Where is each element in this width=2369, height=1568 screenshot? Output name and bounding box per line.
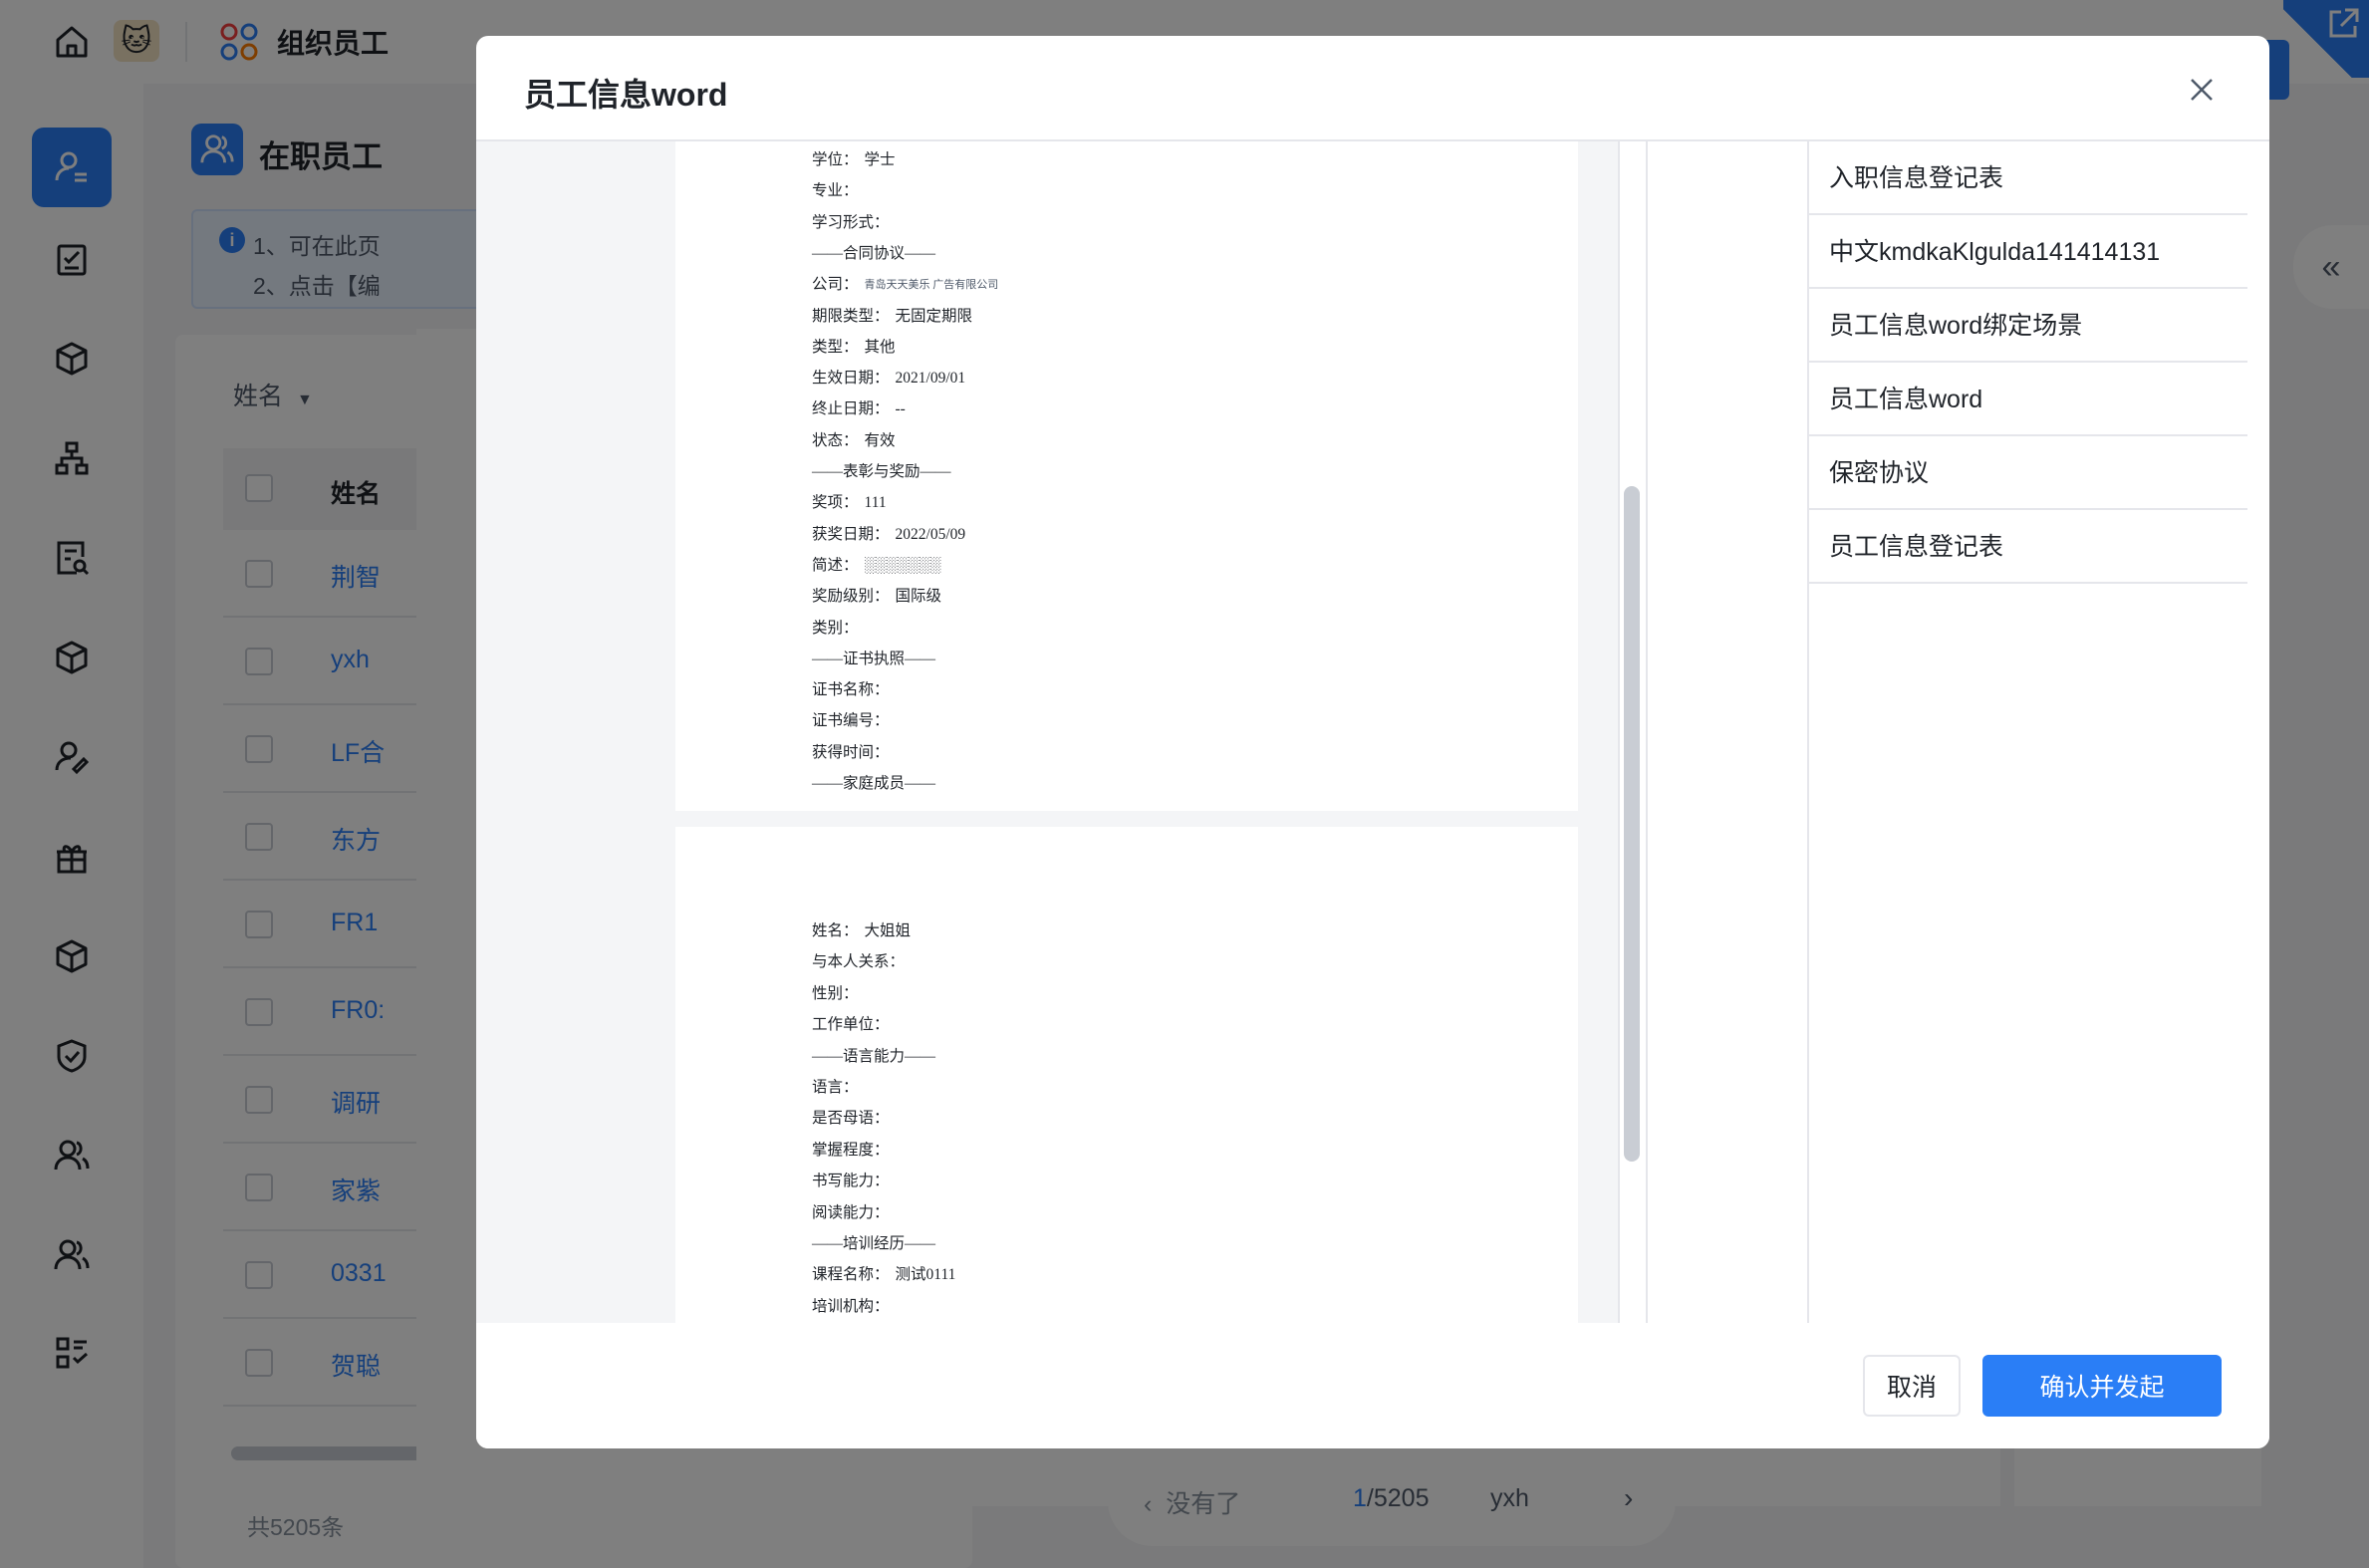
doc-line: ——家庭成员——: [812, 771, 935, 793]
doc-line: ——表彰与奖励——: [812, 459, 951, 481]
dialog-title: 员工信息word: [524, 77, 728, 113]
doc-field-label: 与本人关系：: [812, 953, 906, 971]
doc-line: 工作单位：: [812, 1012, 890, 1034]
doc-line: ——培训经历——: [812, 1231, 935, 1253]
doc-field-value: 2022/05/09: [895, 525, 966, 543]
doc-field-value: 有效: [864, 431, 896, 449]
doc-field-label: 书写能力：: [812, 1173, 890, 1190]
doc-line: 类别：: [812, 616, 859, 638]
doc-line: 性别：: [812, 981, 859, 1003]
doc-field-value: --: [895, 400, 906, 418]
doc-line: 状态： 有效: [812, 428, 896, 450]
doc-field-label: 终止日期：: [812, 400, 890, 418]
doc-line: ——合同协议——: [812, 241, 935, 263]
doc-field-value: 2021/09/01: [895, 370, 966, 388]
doc-line: 公司： 青岛天天美乐 广告有限公司: [812, 272, 998, 294]
document-page: 姓名： 大姐姐与本人关系： 性别： 工作单位： ——语言能力—— 语言： 是否母语： 掌握程度…: [675, 827, 1578, 1323]
template-item[interactable]: 员工信息登记表: [1809, 510, 2247, 584]
doc-field-value: 无固定期限: [895, 307, 973, 325]
doc-field-value: 青岛天天美乐 广告有限公司: [864, 279, 999, 292]
confirm-and-start-button[interactable]: 确认并发起: [1982, 1355, 2222, 1417]
doc-field-label: 状态：: [812, 431, 859, 449]
doc-line: 培训机构：: [812, 1294, 890, 1316]
doc-field-label: 是否母语：: [812, 1110, 890, 1128]
doc-line: ——证书执照——: [812, 647, 935, 668]
doc-field-label: 期限类型：: [812, 307, 890, 325]
doc-line: 生效日期： 2021/09/01: [812, 366, 965, 388]
doc-line: 专业：: [812, 178, 859, 200]
doc-line: 姓名： 大姐姐: [812, 918, 911, 940]
doc-field-label: 工作单位：: [812, 1016, 890, 1034]
doc-field-label: 专业：: [812, 182, 859, 200]
doc-field-label: 课程名称：: [812, 1266, 890, 1284]
doc-field-label: 性别：: [812, 984, 859, 1002]
doc-field-label: 获得时间：: [812, 743, 890, 761]
doc-field-label: ——证书执照——: [812, 650, 936, 667]
doc-field-value: 测试0111: [895, 1266, 956, 1284]
doc-field-value: ░░░░░░░: [864, 556, 941, 574]
doc-line: 与本人关系：: [812, 949, 905, 971]
doc-line: 是否母语：: [812, 1106, 890, 1128]
doc-line: 奖励级别： 国际级: [812, 584, 941, 606]
doc-line: 期限类型： 无固定期限: [812, 304, 972, 326]
doc-field-value: 111: [864, 494, 887, 512]
template-item[interactable]: 入职信息登记表: [1809, 141, 2247, 215]
template-item[interactable]: 保密协议: [1809, 436, 2247, 510]
preview-scrollbar[interactable]: [1624, 486, 1640, 1162]
document-preview[interactable]: 学位： 学士 专业： 学习形式： ——合同协议—— 公司： 青岛天天美乐 广告有限公司期限类…: [476, 141, 1618, 1323]
doc-field-label: 简述：: [812, 556, 859, 574]
employee-word-dialog: 员工信息word 学位： 学士 专业： 学习形式： ——合同协议—— 公司： 青岛天天美乐 …: [476, 36, 2269, 1448]
doc-line: 书写能力：: [812, 1169, 890, 1190]
doc-line: 终止日期： --: [812, 396, 906, 418]
cancel-button[interactable]: 取消: [1863, 1355, 1961, 1417]
doc-field-label: 公司：: [812, 276, 859, 294]
dialog-footer: 取消 确认并发起: [476, 1323, 2269, 1448]
doc-field-label: ——家庭成员——: [812, 775, 936, 792]
doc-line: 掌握程度：: [812, 1138, 890, 1160]
doc-field-label: 姓名：: [812, 922, 859, 939]
doc-line: 类型： 其他: [812, 335, 896, 357]
doc-field-label: 获奖日期：: [812, 525, 890, 543]
doc-line: 奖项： 111: [812, 490, 887, 512]
doc-line: 学位： 学士: [812, 147, 896, 169]
document-page: 学位： 学士 专业： 学习形式： ——合同协议—— 公司： 青岛天天美乐 广告有限公司期限类…: [675, 141, 1578, 811]
divider: [1618, 141, 1620, 1323]
doc-field-label: 生效日期：: [812, 370, 890, 388]
doc-line: ——语言能力——: [812, 1044, 935, 1066]
doc-field-label: 学习形式：: [812, 213, 890, 231]
doc-field-label: 类别：: [812, 619, 859, 637]
doc-field-label: 奖项：: [812, 494, 859, 512]
doc-field-label: 培训机构：: [812, 1297, 890, 1315]
doc-field-label: ——培训经历——: [812, 1235, 936, 1252]
doc-line: 阅读能力：: [812, 1200, 890, 1222]
doc-line: 证书编号：: [812, 708, 890, 730]
template-item[interactable]: 中文kmdkaKlgulda141414131: [1809, 215, 2247, 289]
doc-field-label: ——语言能力——: [812, 1047, 936, 1065]
template-item[interactable]: 员工信息word绑定场景: [1809, 289, 2247, 363]
doc-field-label: 证书编号：: [812, 712, 890, 730]
doc-field-label: ——合同协议——: [812, 244, 936, 262]
doc-line: 课程名称： 测试0111: [812, 1262, 955, 1284]
close-icon[interactable]: [2184, 72, 2220, 108]
doc-field-value: 学士: [864, 151, 896, 168]
doc-field-value: 国际级: [895, 588, 942, 606]
divider: [1646, 141, 1648, 1323]
doc-line: 简述： ░░░░░░░: [812, 553, 940, 575]
doc-field-value: 大姐姐: [864, 922, 912, 939]
doc-field-label: ——表彰与奖励——: [812, 463, 951, 480]
doc-field-label: 学位：: [812, 151, 859, 168]
doc-line: 证书名称：: [812, 677, 890, 699]
doc-field-label: 掌握程度：: [812, 1141, 890, 1159]
doc-field-value: 其他: [864, 338, 896, 356]
doc-field-label: 类型：: [812, 338, 859, 356]
doc-field-label: 奖励级别：: [812, 588, 890, 606]
doc-field-label: 阅读能力：: [812, 1203, 890, 1221]
doc-line: 学习形式：: [812, 210, 890, 232]
doc-field-label: 语言：: [812, 1079, 859, 1096]
doc-field-label: 证书名称：: [812, 681, 890, 699]
doc-line: 语言：: [812, 1075, 859, 1097]
template-item[interactable]: 员工信息word: [1809, 363, 2247, 436]
doc-line: 获得时间：: [812, 740, 890, 762]
doc-line: 获奖日期： 2022/05/09: [812, 522, 965, 544]
